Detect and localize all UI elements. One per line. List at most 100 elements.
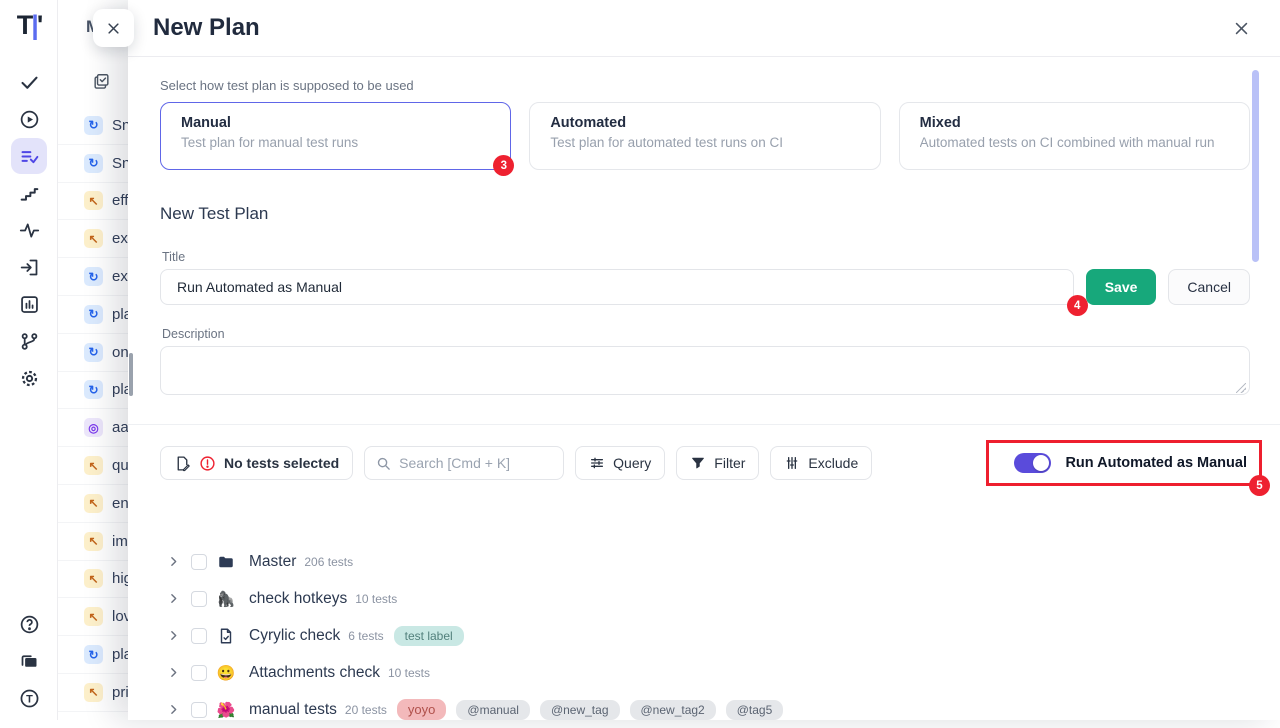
list-item[interactable]: pla (58, 296, 138, 334)
exclude-button[interactable]: Exclude (770, 446, 872, 480)
row-checkbox[interactable] (191, 591, 207, 607)
doc-check-icon (216, 627, 236, 645)
tag[interactable]: @tag5 (726, 700, 784, 720)
cursor-icon (84, 683, 103, 702)
search-input[interactable] (399, 455, 552, 471)
alert-circle-icon (199, 455, 216, 472)
gorilla-emoji-icon: 🦍 (216, 590, 236, 608)
list-item[interactable]: pla (58, 636, 138, 674)
cancel-button[interactable]: Cancel (1168, 269, 1250, 305)
list-item[interactable]: eff (58, 183, 138, 221)
activity-icon[interactable] (11, 212, 47, 248)
bar-chart-icon[interactable] (11, 286, 47, 322)
list-item[interactable]: im (58, 523, 138, 561)
projects-icon[interactable] (11, 643, 47, 679)
plan-type-mixed[interactable]: Mixed Automated tests on CI combined wit… (899, 102, 1250, 170)
resize-grip-icon[interactable] (1236, 383, 1246, 393)
title-row: 4 Save Cancel (160, 269, 1250, 305)
doc-pen-icon (174, 455, 191, 472)
help-circle-icon[interactable] (11, 606, 47, 642)
list-item[interactable]: qu (58, 447, 138, 485)
title-input[interactable] (160, 269, 1074, 305)
plan-type-automated[interactable]: Automated Test plan for automated test r… (529, 102, 880, 170)
tour-step-badge: 3 (493, 155, 514, 176)
play-circle-icon[interactable] (11, 101, 47, 137)
sync-icon (84, 305, 103, 324)
copy-check-icon[interactable] (92, 72, 111, 96)
chevron-right-icon[interactable] (167, 629, 180, 642)
steps-icon[interactable] (11, 175, 47, 211)
tour-step-badge: 5 (1249, 475, 1270, 496)
chevron-right-icon[interactable] (167, 666, 180, 679)
close-icon (1233, 20, 1250, 37)
modal-scrollbar[interactable] (1252, 70, 1259, 262)
modal-header: New Plan (128, 0, 1280, 57)
sync-icon (84, 343, 103, 362)
plan-type-manual[interactable]: Manual Test plan for manual test runs 3 (160, 102, 511, 170)
toggle-label: Run Automated as Manual (1065, 455, 1247, 471)
query-button[interactable]: Query (575, 446, 665, 480)
svg-text:T: T (26, 693, 33, 705)
filter-button[interactable]: Filter (676, 446, 759, 480)
tree-row[interactable]: Cyrylic check 6 tests test label (160, 617, 1250, 654)
run-automated-toggle[interactable] (1014, 453, 1051, 473)
row-checkbox[interactable] (191, 628, 207, 644)
row-checkbox[interactable] (191, 702, 207, 718)
smiley-emoji-icon: 😀 (216, 664, 236, 682)
cursor-icon (84, 569, 103, 588)
cursor-icon (84, 456, 103, 475)
sync-icon (84, 116, 103, 135)
import-icon[interactable] (11, 249, 47, 285)
app-logo[interactable]: T|' (0, 10, 58, 41)
sliders-icon (589, 455, 605, 471)
list-item[interactable]: Sn (58, 107, 138, 145)
new-plan-modal: New Plan Select how test plan is suppose… (128, 0, 1280, 720)
sync-icon (84, 154, 103, 173)
no-tests-selected-pill[interactable]: No tests selected (160, 446, 353, 480)
panel-scrollbar[interactable] (129, 353, 133, 396)
modal-close-button[interactable] (1233, 20, 1250, 37)
test-plans-icon[interactable] (11, 138, 47, 174)
list-item[interactable]: on (58, 334, 138, 372)
cursor-icon (84, 532, 103, 551)
form-heading: New Test Plan (160, 204, 1250, 224)
annotation-rect: Run Automated as Manual 5 (986, 440, 1262, 486)
sync-icon (84, 267, 103, 286)
chevron-right-icon[interactable] (167, 703, 180, 716)
tree-row[interactable]: 😀 Attachments check 10 tests (160, 654, 1250, 691)
list-item[interactable]: pla (58, 372, 138, 410)
chevron-right-icon[interactable] (167, 592, 180, 605)
list-item[interactable]: en (58, 485, 138, 523)
logo-circle-icon[interactable]: T (11, 680, 47, 716)
save-button[interactable]: Save (1086, 269, 1157, 305)
divider (128, 424, 1280, 425)
git-branch-icon[interactable] (11, 323, 47, 359)
tag[interactable]: @new_tag (540, 700, 620, 720)
search-box[interactable] (364, 446, 564, 480)
tree-row[interactable]: 🦍 check hotkeys 10 tests (160, 580, 1250, 617)
list-item[interactable]: lov (58, 598, 138, 636)
gear-icon[interactable] (11, 360, 47, 396)
description-textarea[interactable] (160, 346, 1250, 395)
panel-close-button[interactable] (93, 9, 134, 47)
search-icon (376, 456, 391, 471)
row-checkbox[interactable] (191, 665, 207, 681)
click-icon (84, 418, 103, 437)
list-item[interactable]: Sn (58, 145, 138, 183)
tree-row[interactable]: Master 206 tests (160, 543, 1250, 580)
cursor-icon (84, 494, 103, 513)
tag[interactable]: @new_tag2 (630, 700, 716, 720)
tag[interactable]: yoyo (397, 699, 446, 720)
cursor-icon (84, 191, 103, 210)
list-item[interactable]: hig (58, 561, 138, 599)
tag[interactable]: @manual (456, 700, 530, 720)
check-icon[interactable] (11, 64, 47, 100)
list-item[interactable]: pri (58, 674, 138, 712)
list-item[interactable]: aa (58, 409, 138, 447)
chevron-right-icon[interactable] (167, 555, 180, 568)
tree-row[interactable]: 🌺 manual tests 20 tests yoyo @manual @ne… (160, 691, 1250, 728)
test-label-tag[interactable]: test label (394, 626, 464, 646)
row-checkbox[interactable] (191, 554, 207, 570)
list-item[interactable]: ex (58, 258, 138, 296)
list-item[interactable]: ex (58, 220, 138, 258)
